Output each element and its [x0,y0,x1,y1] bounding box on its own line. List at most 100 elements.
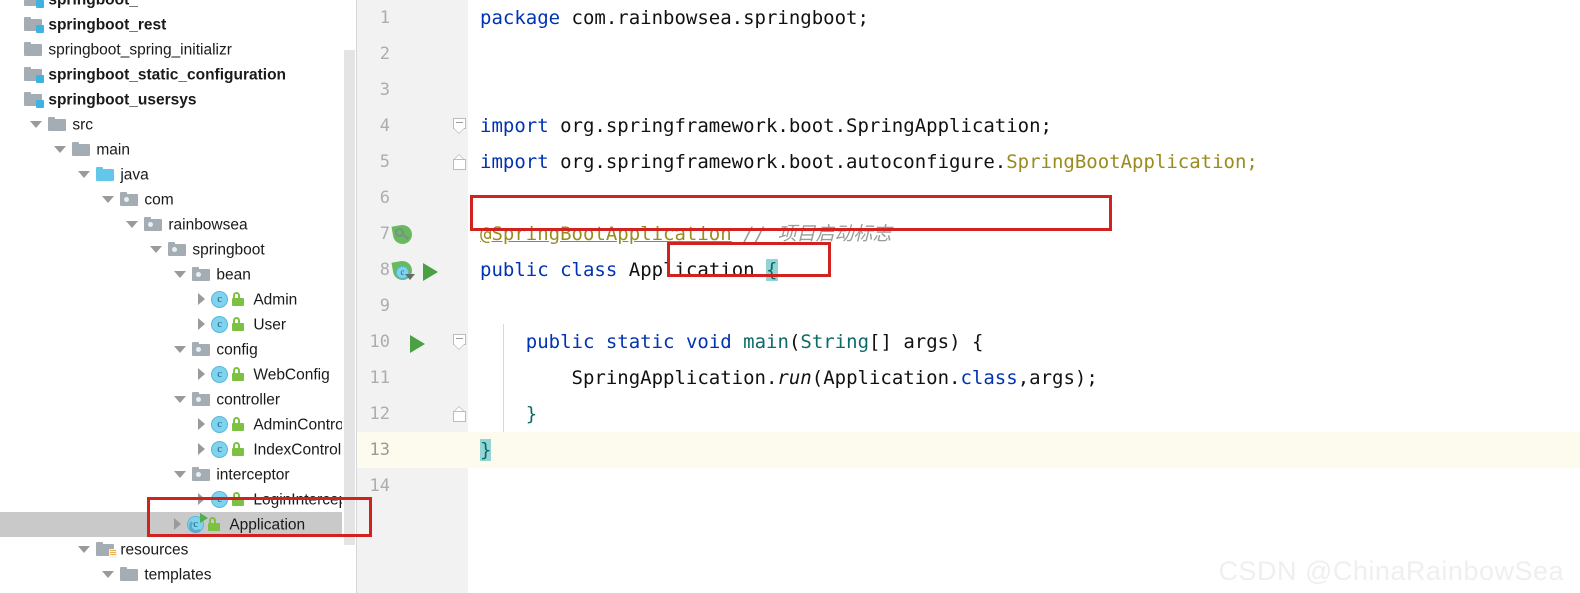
brace: { [960,331,984,353]
fold-marker-collapse-icon[interactable] [453,118,467,134]
tree-row-bean[interactable]: bean [0,262,356,287]
module-folder-icon [24,67,45,84]
tree-row-label: AdminController [253,416,356,434]
tree-row-admincontroller[interactable]: c AdminController [0,412,356,437]
chevron-right-icon[interactable] [174,518,181,531]
tree-row-main[interactable]: main [0,137,356,162]
chevron-right-icon[interactable] [198,293,205,306]
tree-row-springboot-[interactable]: springboot_ [0,0,356,12]
tree-row-springboot-rest[interactable]: springboot_rest [0,12,356,37]
tree-row-interceptor[interactable]: interceptor [0,462,356,487]
chevron-down-icon[interactable] [78,170,90,178]
project-tree[interactable]: springboot_ springboot_rest springboot_s… [0,0,356,593]
chevron-down-icon[interactable] [78,545,90,553]
chevron-right-icon[interactable] [198,318,205,331]
tree-row-label: interceptor [216,466,290,484]
tree-row-label: User [253,316,287,334]
tree-row-webconfig[interactable]: c WebConfig [0,362,356,387]
project-tool-window[interactable]: springboot_ springboot_rest springboot_s… [0,0,356,593]
tree-row-admin[interactable]: c Admin [0,287,356,312]
chevron-right-icon[interactable] [198,368,205,381]
java-class-icon: c [211,315,229,333]
class-name[interactable]: Application [629,259,755,281]
gutter-line-4: 4 [357,108,468,144]
chevron-down-icon[interactable] [174,395,186,403]
chevron-right-icon[interactable] [198,493,205,506]
spring-bean-candidate-icon[interactable] [391,223,414,246]
fold-marker-collapse-icon[interactable] [453,334,467,350]
type-string: String [800,331,870,353]
code-editor[interactable]: 1 2 3 4 5 6 7 8 c 9 10 11 12 13 14 packa… [357,0,1580,593]
code-line-3[interactable] [468,72,1580,108]
module-folder-icon [24,0,45,9]
code-line-8[interactable]: public class Application { [468,252,1580,288]
fold-marker-end-icon[interactable] [453,406,467,422]
code-line-11[interactable]: SpringApplication.run(Application.class,… [468,360,1580,396]
array-brackets: [] [869,331,904,353]
line-number: 2 [379,44,390,64]
tree-row-springboot[interactable]: springboot [0,237,356,262]
run-gutter-icon[interactable] [410,335,425,353]
line-number: 9 [379,296,390,316]
chevron-down-icon[interactable] [102,570,114,578]
tree-row-controller[interactable]: controller [0,387,356,412]
chevron-right-icon[interactable] [198,443,205,456]
line-number: 5 [379,152,390,172]
chevron-down-icon[interactable] [54,145,66,153]
chevron-down-icon[interactable] [150,245,162,253]
tree-row-templates[interactable]: templates [0,562,356,587]
code-line-12[interactable]: } [468,396,1580,432]
tree-row-label: resources [120,541,189,559]
chevron-down-icon[interactable] [174,345,186,353]
tree-row-indexcontroller[interactable]: c IndexController [0,437,356,462]
package-icon [120,192,139,207]
tree-row-adminlogin-html[interactable]: adminLogin.html [0,587,356,593]
code-line-7[interactable]: @SpringBootApplication // 项目启动标志 [468,216,1580,252]
tree-row-com[interactable]: com [0,187,356,212]
tree-row-label: main [96,141,130,159]
tree-row-rainbowsea[interactable]: rainbowsea [0,212,356,237]
line-number: 11 [369,368,390,388]
fold-marker-end-icon[interactable] [453,154,467,170]
keyword-package: package [480,7,561,29]
tree-row-springboot-usersys[interactable]: springboot_usersys [0,87,356,112]
tree-row-springboot-spring-initializr[interactable]: springboot_spring_initializr [0,37,356,62]
chevron-down-icon[interactable] [102,195,114,203]
chevron-down-icon[interactable] [174,470,186,478]
tree-row-config[interactable]: config [0,337,356,362]
code-line-10[interactable]: public static void main(String[] args) { [468,324,1580,360]
code-line-1[interactable]: package com.rainbowsea.springboot; [468,0,1580,36]
code-line-9[interactable] [468,288,1580,324]
tree-row-java[interactable]: java [0,162,356,187]
green-lock-badge-icon [232,417,245,432]
chevron-down-icon[interactable] [126,220,138,228]
tree-row-logininterceptor[interactable]: c LoginInterceptor [0,487,356,512]
tree-scrollbar-track[interactable] [342,0,356,593]
method-run[interactable]: run [777,367,811,389]
code-line-2[interactable] [468,36,1580,72]
tree-row-src[interactable]: src [0,112,356,137]
gutter-line-3: 3 [357,72,468,108]
tree-row-springboot-static-configuration[interactable]: springboot_static_configuration [0,62,356,87]
code-line-6[interactable] [468,180,1580,216]
chevron-down-icon[interactable] [30,120,42,128]
method-name-main[interactable]: main [743,331,789,353]
editor-gutter[interactable]: 1 2 3 4 5 6 7 8 c 9 10 11 12 13 14 [357,0,468,593]
gutter-line-13: 13 [357,432,468,468]
tree-row-resources[interactable]: resources [0,537,356,562]
code-line-14[interactable] [468,468,1580,504]
chevron-right-icon[interactable] [198,418,205,431]
chevron-down-icon[interactable] [174,270,186,278]
code-text-area[interactable]: package com.rainbowsea.springboot; impor… [468,0,1580,593]
package-icon [192,342,211,357]
spring-configuration-bean-icon[interactable]: c [391,259,415,282]
annotation-springbootapplication[interactable]: @SpringBootApplication [480,223,732,245]
run-gutter-icon[interactable] [423,263,438,281]
tree-scrollbar-thumb[interactable] [344,50,355,545]
tree-row-application[interactable]: c Application [0,512,356,537]
code-line-4[interactable]: import org.springframework.boot.SpringAp… [468,108,1580,144]
code-line-5[interactable]: import org.springframework.boot.autoconf… [468,144,1580,180]
tree-row-user[interactable]: c User [0,312,356,337]
code-line-13[interactable]: } [468,432,1580,468]
